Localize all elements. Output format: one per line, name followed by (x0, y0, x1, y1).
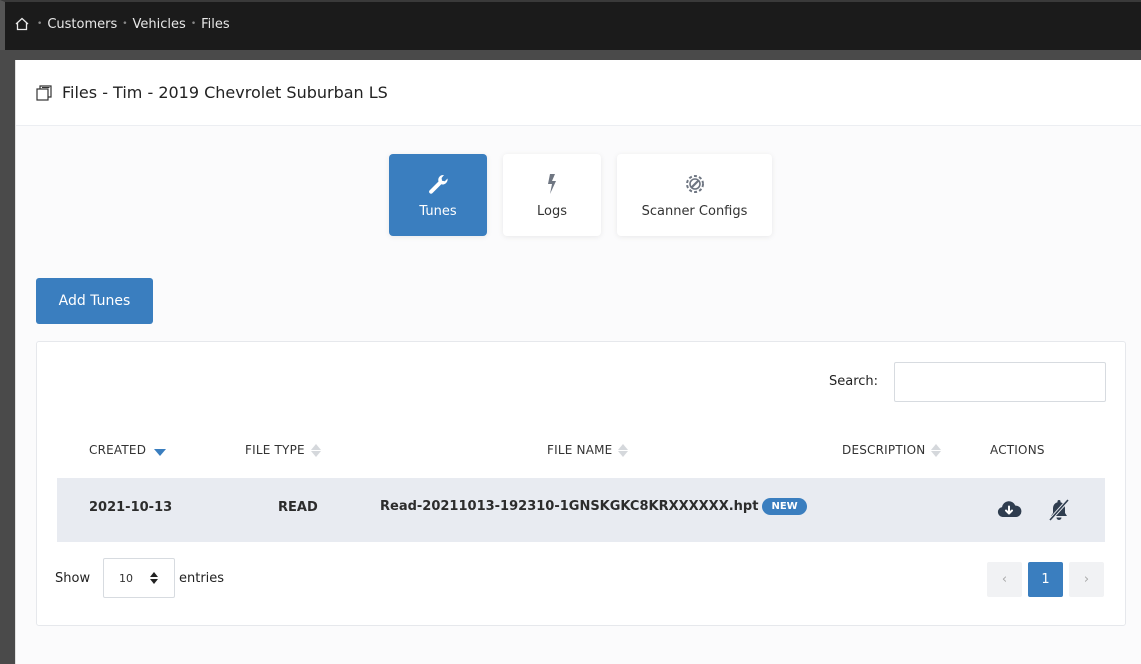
show-label: Show (55, 571, 91, 586)
panel-header: Files - Tim - 2019 Chevrolet Suburban LS (16, 60, 1141, 126)
file-type-tabs: Tunes Logs Scanner Configs (389, 154, 772, 236)
tab-tunes[interactable]: Tunes (389, 154, 487, 236)
sort-icon (931, 443, 942, 457)
bell-slash-icon[interactable] (1046, 498, 1072, 522)
column-header-label: DESCRIPTION (842, 443, 926, 457)
wrench-icon (429, 174, 448, 194)
sort-icon (310, 443, 321, 457)
search-input[interactable] (894, 362, 1106, 402)
bolt-icon (548, 173, 556, 194)
top-bar: • Customers • Vehicles • Files (0, 0, 1141, 50)
breadcrumb-files: Files (201, 16, 230, 32)
column-header-actions: ACTIONS (990, 443, 1045, 457)
cell-file-type: READ (278, 500, 318, 515)
column-header-label: CREATED (89, 443, 147, 457)
pagination-next-button[interactable]: › (1069, 562, 1104, 597)
add-tunes-button[interactable]: Add Tunes (36, 278, 153, 324)
file-name-text: Read-20211013-192310-1GNSKGKC8KRXXXXXX.h… (380, 499, 759, 514)
column-header-label: ACTIONS (990, 443, 1045, 457)
table-row: 2021-10-13 READ Read-20211013-192310-1GN… (57, 478, 1105, 542)
column-header-label: FILE NAME (547, 443, 613, 457)
tab-scanner-configs[interactable]: Scanner Configs (617, 154, 772, 236)
column-header-description[interactable]: DESCRIPTION (842, 443, 942, 457)
window-restore-icon (36, 85, 52, 101)
pagination-previous-button[interactable]: ‹ (987, 562, 1022, 597)
entries-label: entries (179, 571, 225, 586)
column-header-created[interactable]: CREATED (89, 443, 167, 457)
column-header-file-name[interactable]: FILE NAME (547, 443, 629, 457)
tab-label: Logs (537, 203, 567, 219)
sort-descending-icon (154, 449, 167, 456)
breadcrumb-customers[interactable]: Customers (47, 17, 117, 32)
gear-wrench-icon (685, 174, 704, 193)
cell-file-name: Read-20211013-192310-1GNSKGKC8KRXXXXXX.h… (380, 498, 807, 515)
breadcrumb-separator: • (37, 19, 43, 29)
files-table-card: Search: CREATED FILE TYPE FILE NAME DESC… (36, 341, 1126, 626)
search-label: Search: (829, 374, 879, 389)
cloud-download-icon[interactable] (996, 498, 1022, 522)
files-panel: Files - Tim - 2019 Chevrolet Suburban LS… (15, 60, 1141, 664)
page-length-value: 10 (119, 571, 133, 585)
breadcrumb-separator: • (190, 19, 197, 29)
pagination-page-1[interactable]: 1 (1028, 562, 1063, 597)
sort-icon (618, 443, 629, 457)
breadcrumb: • Customers • Vehicles • Files (14, 16, 230, 32)
tab-label: Scanner Configs (641, 203, 748, 219)
select-arrows-icon (150, 572, 158, 584)
page-title: Files - Tim - 2019 Chevrolet Suburban LS (62, 83, 388, 102)
breadcrumb-separator: • (122, 19, 128, 29)
tab-label: Tunes (419, 203, 457, 219)
new-badge: NEW (762, 498, 807, 515)
tab-logs[interactable]: Logs (503, 154, 601, 236)
cell-created: 2021-10-13 (89, 500, 173, 515)
home-icon[interactable] (14, 16, 30, 32)
page-length-select[interactable]: 10 (103, 558, 175, 598)
breadcrumb-vehicles[interactable]: Vehicles (133, 17, 186, 32)
column-header-label: FILE TYPE (245, 443, 305, 457)
column-header-file-type[interactable]: FILE TYPE (245, 443, 321, 457)
